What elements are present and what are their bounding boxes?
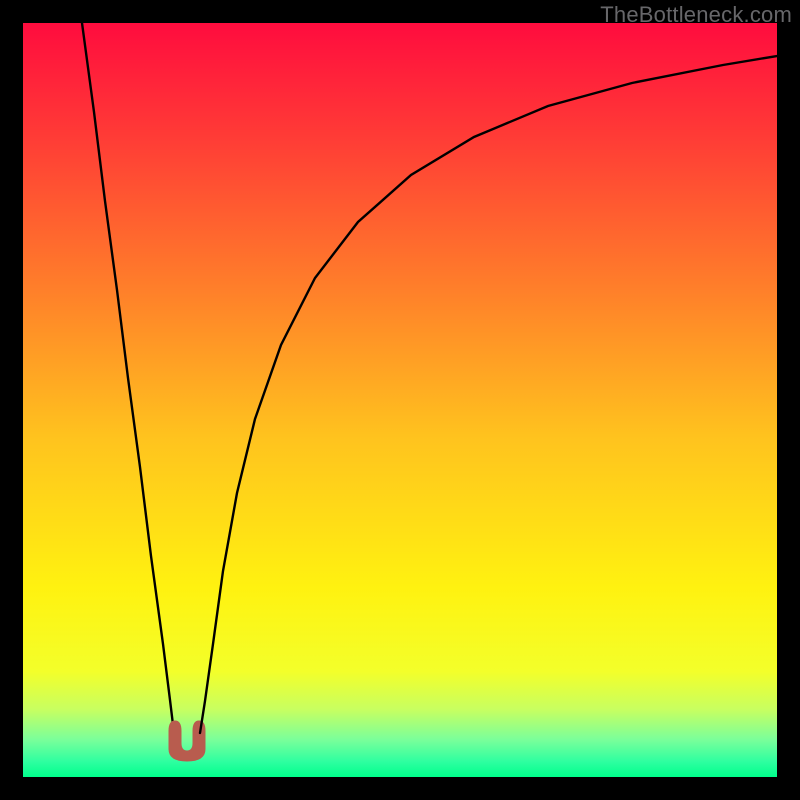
plot-area: [23, 23, 777, 777]
watermark: TheBottleneck.com: [600, 2, 792, 28]
curve-right-branch: [200, 56, 777, 733]
trough-marker: [169, 721, 205, 761]
chart-container: TheBottleneck.com: [0, 0, 800, 800]
curve-layer: [23, 23, 777, 777]
curve-left-branch: [82, 23, 174, 733]
